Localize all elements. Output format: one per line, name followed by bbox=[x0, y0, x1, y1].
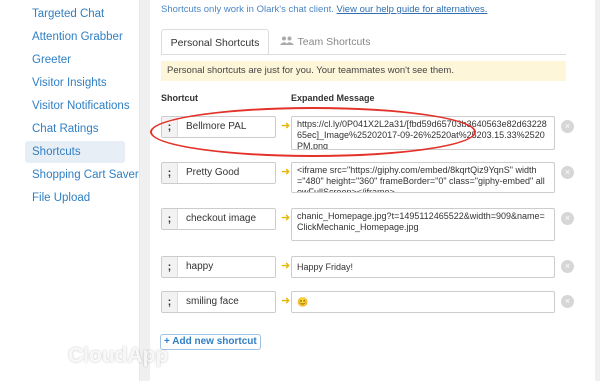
semicolon-prefix: ; bbox=[162, 209, 178, 229]
personal-info-banner: Personal shortcuts are just for you. You… bbox=[161, 61, 566, 81]
sidebar-item-shopping-cart-saver[interactable]: Shopping Cart Saver bbox=[32, 164, 139, 186]
shortcut-row: ; smiling face ➜ 😊 × bbox=[161, 291, 581, 329]
sidebar-item-attention-grabber[interactable]: Attention Grabber bbox=[32, 26, 123, 48]
expanded-message-input[interactable]: Happy Friday! bbox=[291, 256, 555, 278]
cloudapp-cloud-icon bbox=[14, 342, 64, 375]
shortcut-key-input[interactable]: ; smiling face bbox=[161, 291, 276, 313]
sidebar: Targeted Chat Attention Grabber Greeter … bbox=[0, 0, 140, 381]
column-header-expanded: Expanded Message bbox=[291, 93, 375, 103]
delete-shortcut-icon[interactable]: × bbox=[561, 166, 574, 179]
delete-shortcut-icon[interactable]: × bbox=[561, 295, 574, 308]
shortcut-row: ; Pretty Good ➜ <iframe src="https://gip… bbox=[161, 162, 581, 200]
tab-divider bbox=[161, 54, 566, 55]
add-new-shortcut-button[interactable]: + Add new shortcut bbox=[160, 334, 261, 350]
semicolon-prefix: ; bbox=[162, 257, 178, 277]
shortcut-row: ; happy ➜ Happy Friday! × bbox=[161, 256, 581, 294]
delete-shortcut-icon[interactable]: × bbox=[561, 260, 574, 273]
sidebar-item-chat-ratings[interactable]: Chat Ratings bbox=[32, 118, 98, 140]
sidebar-item-visitor-notifications[interactable]: Visitor Notifications bbox=[32, 95, 130, 117]
sidebar-item-file-upload[interactable]: File Upload bbox=[32, 187, 90, 209]
delete-shortcut-icon[interactable]: × bbox=[561, 120, 574, 133]
notice-text: Shortcuts only work in Olark's chat clie… bbox=[161, 4, 337, 15]
shortcut-key-input[interactable]: ; checkout image bbox=[161, 208, 276, 230]
sidebar-item-shortcuts[interactable]: Shortcuts bbox=[25, 141, 125, 163]
expanded-message-input[interactable]: 😊 bbox=[291, 291, 555, 313]
expanded-message-input[interactable]: <iframe src="https://giphy.com/embed/8kq… bbox=[291, 162, 555, 193]
cloudapp-watermark-text: CloudApp bbox=[68, 344, 169, 367]
help-guide-link[interactable]: View our help guide for alternatives. bbox=[337, 4, 488, 15]
sidebar-item-greeter[interactable]: Greeter bbox=[32, 49, 71, 71]
semicolon-prefix: ; bbox=[162, 163, 178, 183]
shortcut-key-value: smiling face bbox=[186, 296, 239, 307]
arrow-icon: ➜ bbox=[281, 166, 291, 178]
shortcut-notice: Shortcuts only work in Olark's chat clie… bbox=[161, 4, 487, 15]
tab-team-shortcuts[interactable]: Team Shortcuts bbox=[275, 29, 375, 55]
sidebar-item-targeted-chat[interactable]: Targeted Chat bbox=[32, 3, 104, 25]
shortcut-key-input[interactable]: ; happy bbox=[161, 256, 276, 278]
arrow-icon: ➜ bbox=[281, 260, 291, 272]
semicolon-prefix: ; bbox=[162, 292, 178, 312]
sidebar-item-visitor-insights[interactable]: Visitor Insights bbox=[32, 72, 107, 94]
shortcut-key-value: happy bbox=[186, 261, 214, 272]
tab-team-label: Team Shortcuts bbox=[297, 36, 371, 48]
team-icon bbox=[279, 29, 294, 55]
shortcut-key-value: checkout image bbox=[186, 213, 257, 224]
shortcut-key-input[interactable]: ; Pretty Good bbox=[161, 162, 276, 184]
highlight-ellipse bbox=[150, 107, 476, 157]
arrow-icon: ➜ bbox=[281, 295, 291, 307]
shortcut-row: ; checkout image ➜ chanic_Homepage.jpg?t… bbox=[161, 208, 581, 246]
main-panel: Shortcuts only work in Olark's chat clie… bbox=[150, 0, 595, 381]
arrow-icon: ➜ bbox=[281, 212, 291, 224]
delete-shortcut-icon[interactable]: × bbox=[561, 212, 574, 225]
column-header-shortcut: Shortcut bbox=[161, 93, 198, 103]
shortcut-key-value: Pretty Good bbox=[186, 167, 240, 178]
tab-personal-shortcuts[interactable]: Personal Shortcuts bbox=[161, 29, 269, 55]
expanded-message-input[interactable]: chanic_Homepage.jpg?t=1495112465522&widt… bbox=[291, 208, 555, 241]
